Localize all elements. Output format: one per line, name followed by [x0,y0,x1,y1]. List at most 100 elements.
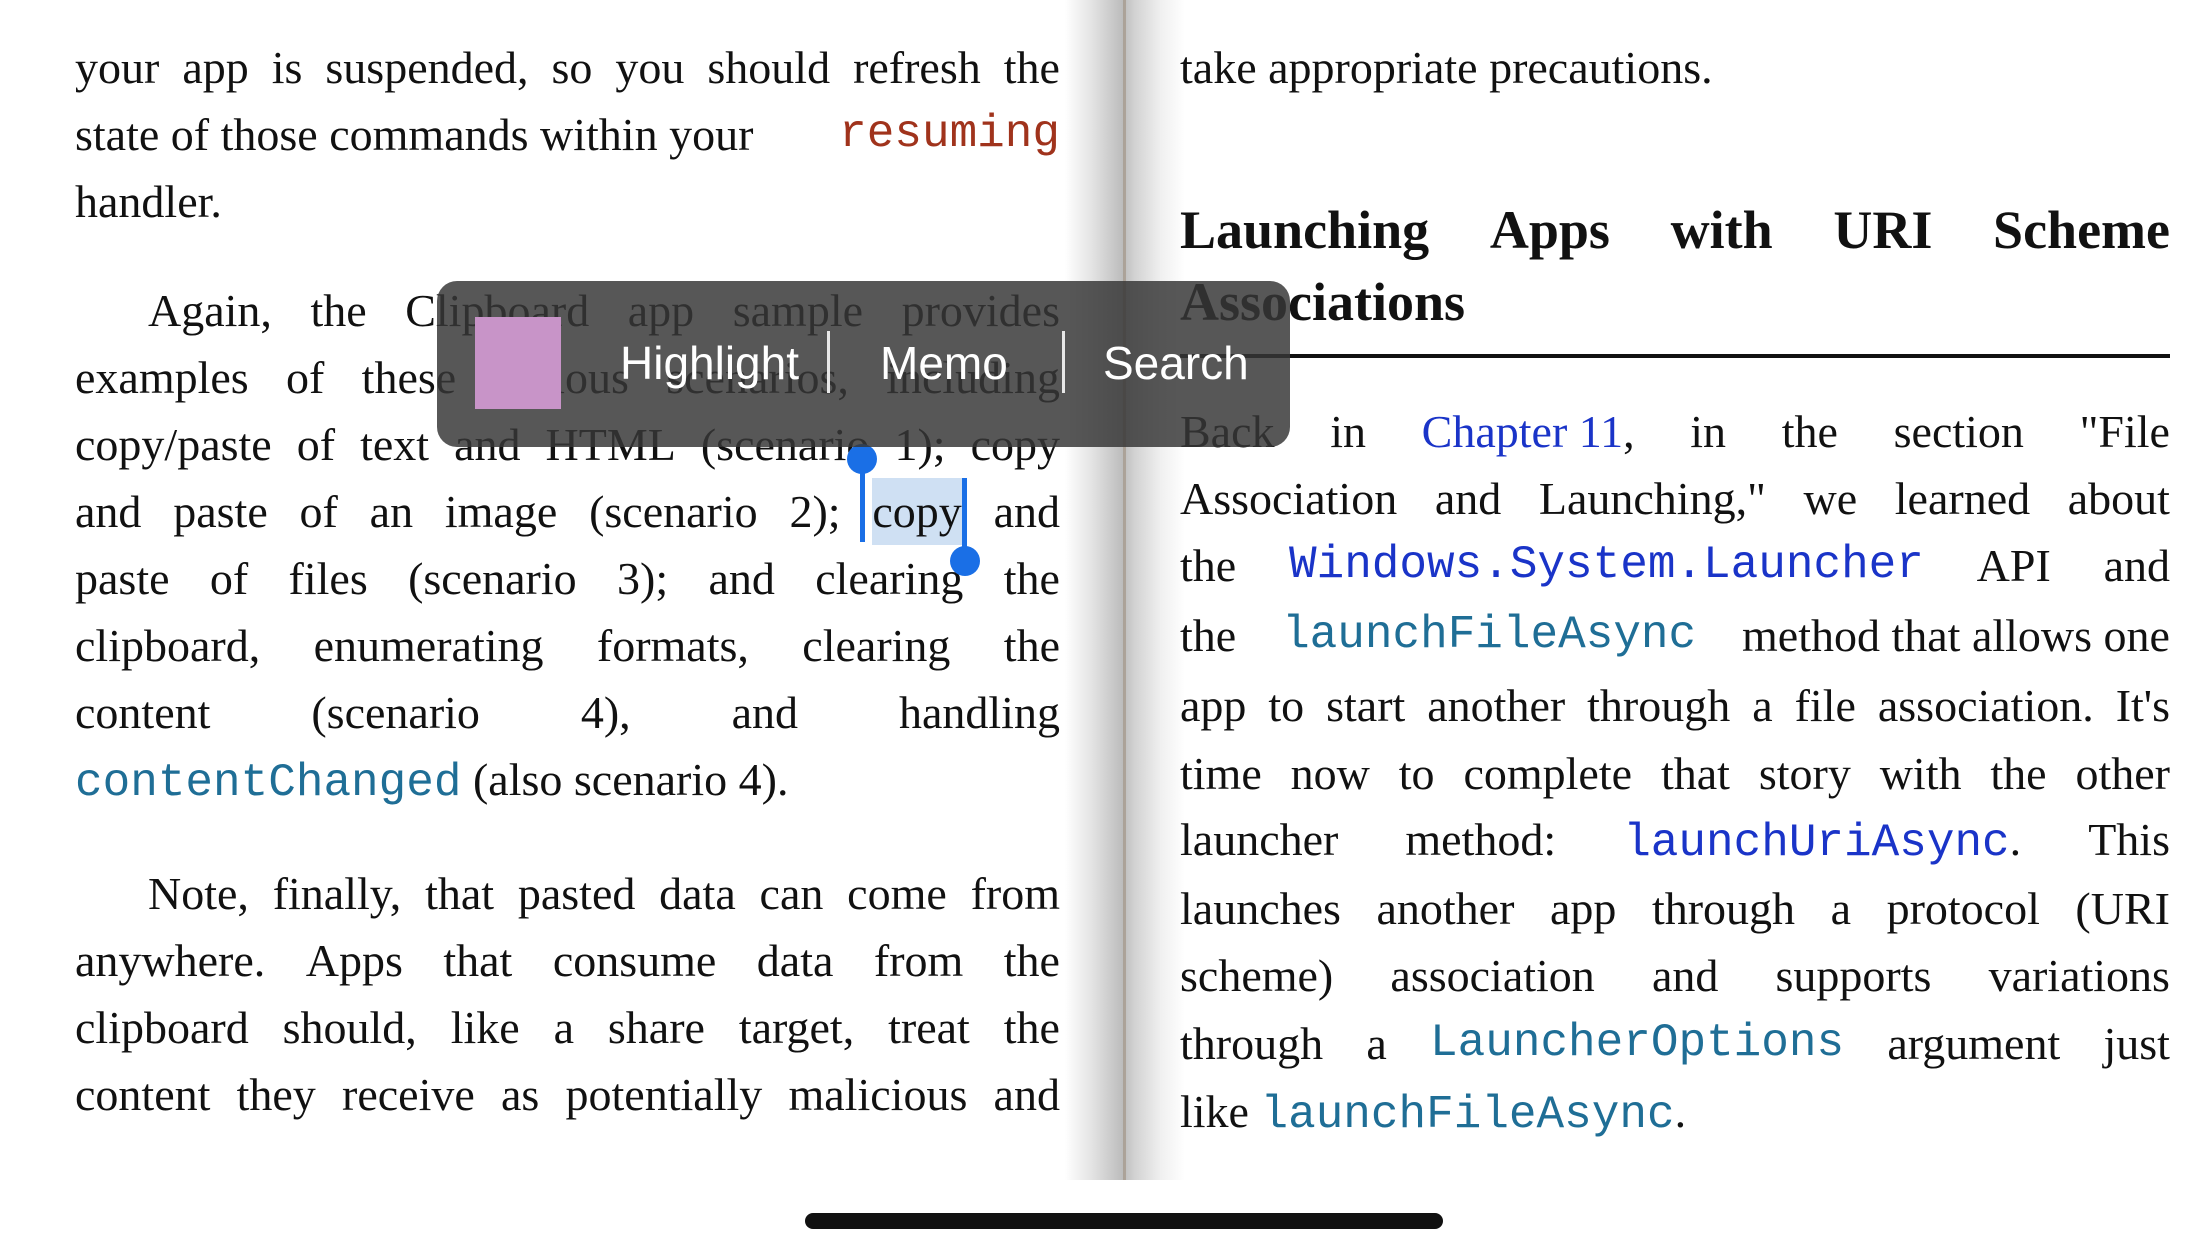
word: through [1651,883,1796,934]
text-line: the Windows.System.Launcher API and [1180,532,2170,599]
memo-button[interactable]: Memo [880,333,1008,393]
text-span: (also scenario 4). [472,754,789,805]
section-heading-line2: Associations [1180,266,2170,338]
text-line: the launchFileAsync method that allows o… [1180,602,2170,669]
text-span: in [1690,406,1727,457]
word: content [75,1069,211,1120]
text-line: content they receive as potentially malicious… [75,1061,1060,1128]
text-span: (scenario [589,486,758,537]
home-indicator[interactable] [805,1213,1443,1229]
word: app [1549,883,1617,934]
word: a [1830,883,1852,934]
word: the [1003,42,1060,93]
word: the [1003,1002,1060,1053]
text-line: handler. [75,168,1060,235]
word: Scheme [1993,200,2170,260]
word: text [360,419,430,470]
word: clearing [802,620,951,671]
text-span: take appropriate precautions. [1180,42,1713,93]
word: Apps [1489,200,1610,260]
word: suspended, [325,42,529,93]
word: enumerating [313,620,544,671]
selection-start-bar [860,460,865,542]
word: files [288,553,368,604]
word: other [2075,748,2170,799]
text-span: like [1180,1086,1249,1137]
text-line: clipboard, enumerating formats, clearing the [75,612,1060,679]
word: time [1180,748,1262,799]
word: can [759,868,824,919]
word: paste [75,553,170,604]
word: come [847,868,947,919]
text-line: state of those commands within your resu… [75,101,1060,168]
heading-rule [1180,354,2170,358]
word: share [607,1002,705,1053]
word: through [1587,680,1731,731]
text-span: the [1180,540,1237,591]
word: the [1003,620,1060,671]
word: app [182,42,249,93]
text-span: method that allows one [1742,610,2170,661]
code-resuming: resuming [839,108,1060,160]
word: Association [1180,473,1398,524]
word: consume [552,935,717,986]
code-launchUriAsync: launchUriAsync [1623,817,2010,869]
text-line: content (scenario 4), and handling [75,679,1060,746]
selected-word[interactable]: copy [872,478,962,545]
chapter-11-link[interactable]: Chapter 11 [1422,406,1623,457]
word: is [271,42,303,93]
word: formats, [596,620,749,671]
selection-end-handle[interactable] [950,546,980,576]
word: potentially [565,1069,763,1120]
text-line: take appropriate precautions. [1180,34,2170,101]
word: (scenario [408,553,577,604]
word: with [1670,200,1773,260]
word: we [1803,473,1858,524]
highlight-button[interactable]: Highlight [620,333,799,393]
word: so [551,42,593,93]
word: (scenario [311,687,480,738]
text-span: an [369,486,414,537]
text-span: and [2103,540,2170,591]
highlight-color-swatch[interactable] [475,317,561,409]
word: Launching," [1538,473,1766,524]
word: copy/paste [75,419,272,470]
text-span: section [1893,406,2024,457]
word: another [1427,680,1566,731]
word: and [708,553,775,604]
word: from [970,868,1060,919]
word: complete [1463,748,1633,799]
text-span: . [2009,814,2022,865]
text-line: contentChanged (also scenario 4). [75,746,1060,813]
word: should, [282,1002,417,1053]
book-spine [1065,0,1185,1180]
code-contentChanged: contentChanged [75,757,462,809]
text-line: and paste of an image (scenario 2); copy… [75,478,1060,545]
menu-divider [827,331,830,393]
word: clearing [815,553,964,604]
word: that [443,935,513,986]
word: data [659,868,736,919]
text-line: clipboard should, like a share target, treat th… [75,994,1060,1061]
text-span: a [1366,1018,1387,1069]
text-line: Back in Chapter 11, in the section "File [1180,398,2170,465]
text-span: handler. [75,176,222,227]
word: (URI [2075,883,2170,934]
text-span: argument [1887,1018,2061,1069]
word: pasted [517,868,636,919]
text-span: "File [2079,406,2170,457]
word: 4), [580,687,631,738]
word: Again, [148,285,272,336]
code-LauncherOptions: LauncherOptions [1430,1017,1845,1069]
code-launchFileAsync: launchFileAsync [1260,1089,1675,1141]
word: with [1879,748,1962,799]
text-line: launcher method: launchUriAsync. This [1180,806,2170,873]
word: anywhere. [75,935,266,986]
word: Apps [305,935,403,986]
text-span: paste [173,486,268,537]
text-span: API [1976,540,2051,591]
search-button[interactable]: Search [1103,333,1249,393]
word: examples [75,352,249,403]
word: Launching [1180,200,1430,260]
word: the [1003,553,1060,604]
